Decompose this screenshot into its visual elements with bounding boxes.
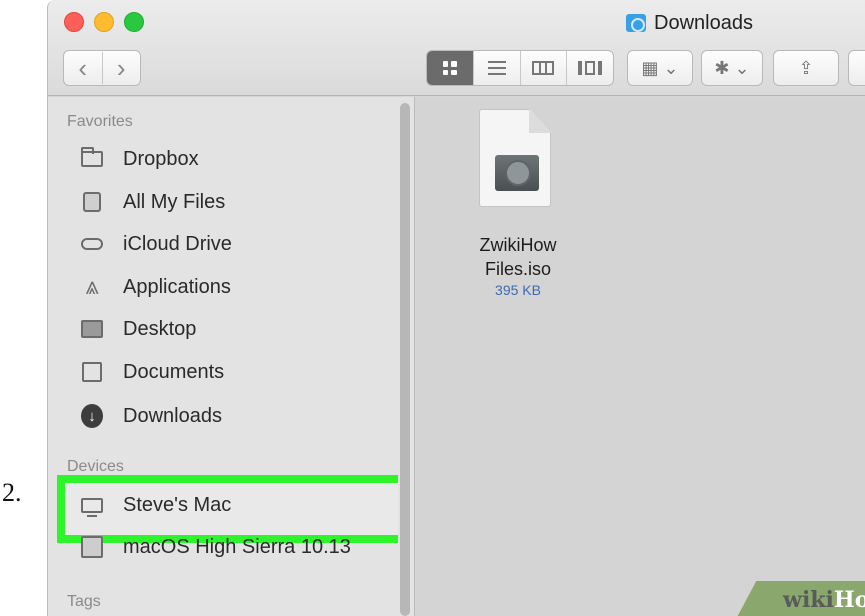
- forward-button[interactable]: ›: [103, 52, 141, 84]
- desktop-icon: [81, 318, 103, 340]
- tags-button[interactable]: [848, 50, 865, 86]
- sidebar-item-label: All My Files: [123, 190, 226, 213]
- disk-image-icon: [81, 536, 103, 558]
- sidebar-item-documents[interactable]: Documents: [81, 355, 224, 389]
- hard-drive-icon: [495, 155, 539, 191]
- finder-window: Downloads ‹ › ▦ ⌄ ✱ ⌄ ⇪ Favorites Dropbo…: [47, 0, 865, 616]
- sidebar-item-label: Downloads: [123, 404, 222, 427]
- applications-icon: ⩓: [85, 273, 99, 300]
- coverflow-view-button[interactable]: [567, 51, 613, 85]
- list-icon: [487, 61, 506, 75]
- sidebar-item-downloads[interactable]: ↓ Downloads: [81, 399, 222, 433]
- sidebar-item-label: Dropbox: [123, 147, 199, 170]
- sidebar-item-label: Documents: [123, 360, 225, 383]
- sidebar-item-label: macOS High Sierra 10.13: [123, 535, 351, 558]
- sidebar-item-label: Applications: [123, 275, 231, 298]
- sidebar-item-steves-mac[interactable]: Steve's Mac: [81, 488, 231, 522]
- sidebar-item-macos-high-sierra[interactable]: macOS High Sierra 10.13: [81, 530, 351, 564]
- folder-icon: [81, 147, 103, 170]
- sidebar-item-all-my-files[interactable]: All My Files: [81, 185, 225, 219]
- sidebar: Favorites Dropbox All My Files iCloud Dr…: [48, 97, 414, 616]
- sidebar-item-label: iCloud Drive: [123, 232, 232, 255]
- navigation-buttons: ‹ ›: [63, 50, 141, 86]
- wikihow-watermark: wikiHow: [783, 587, 865, 613]
- icon-view-button[interactable]: [427, 51, 474, 85]
- share-button[interactable]: ⇪: [773, 50, 839, 86]
- file-browser-area: ZwikiHow Files.iso 395 KB wikiHow: [415, 97, 865, 616]
- window-title: Downloads: [626, 10, 753, 36]
- computer-icon: [81, 494, 103, 517]
- window-toolbar: Downloads ‹ › ▦ ⌄ ✱ ⌄ ⇪: [48, 0, 865, 96]
- sidebar-item-label: Desktop: [123, 317, 197, 340]
- file-name: ZwikiHow Files.iso: [479, 235, 557, 279]
- sidebar-item-dropbox[interactable]: Dropbox: [81, 142, 199, 176]
- sidebar-item-label: Steve's Mac: [123, 493, 232, 516]
- window-title-text: Downloads: [654, 11, 753, 34]
- list-view-button[interactable]: [474, 51, 521, 85]
- arrange-button[interactable]: ▦ ⌄: [627, 50, 693, 86]
- downloads-folder-icon: [626, 14, 646, 32]
- favorites-heading: Favorites: [67, 113, 133, 130]
- minimize-window-button[interactable]: [94, 12, 114, 32]
- documents-icon: [81, 361, 103, 383]
- all-files-icon: [81, 191, 103, 213]
- grid-icon: [442, 61, 457, 75]
- step-number: 2.: [2, 478, 22, 507]
- cloud-icon: [81, 233, 103, 255]
- coverflow-icon: [578, 61, 603, 75]
- column-view-button[interactable]: [521, 51, 568, 85]
- devices-heading: Devices: [67, 458, 124, 475]
- tags-heading: Tags: [67, 593, 101, 610]
- view-mode-control: [426, 50, 614, 86]
- columns-icon: [532, 61, 555, 75]
- sidebar-item-desktop[interactable]: Desktop: [81, 312, 196, 346]
- sidebar-item-icloud-drive[interactable]: iCloud Drive: [81, 227, 232, 261]
- zoom-window-button[interactable]: [124, 12, 144, 32]
- sidebar-scrollbar[interactable]: [398, 97, 412, 616]
- sidebar-item-applications[interactable]: ⩓ Applications: [81, 270, 231, 304]
- download-icon: ↓: [81, 404, 103, 428]
- action-menu-button[interactable]: ✱ ⌄: [701, 50, 763, 86]
- back-button[interactable]: ‹: [64, 52, 103, 84]
- file-size: 395 KB: [495, 282, 541, 298]
- close-window-button[interactable]: [64, 12, 84, 32]
